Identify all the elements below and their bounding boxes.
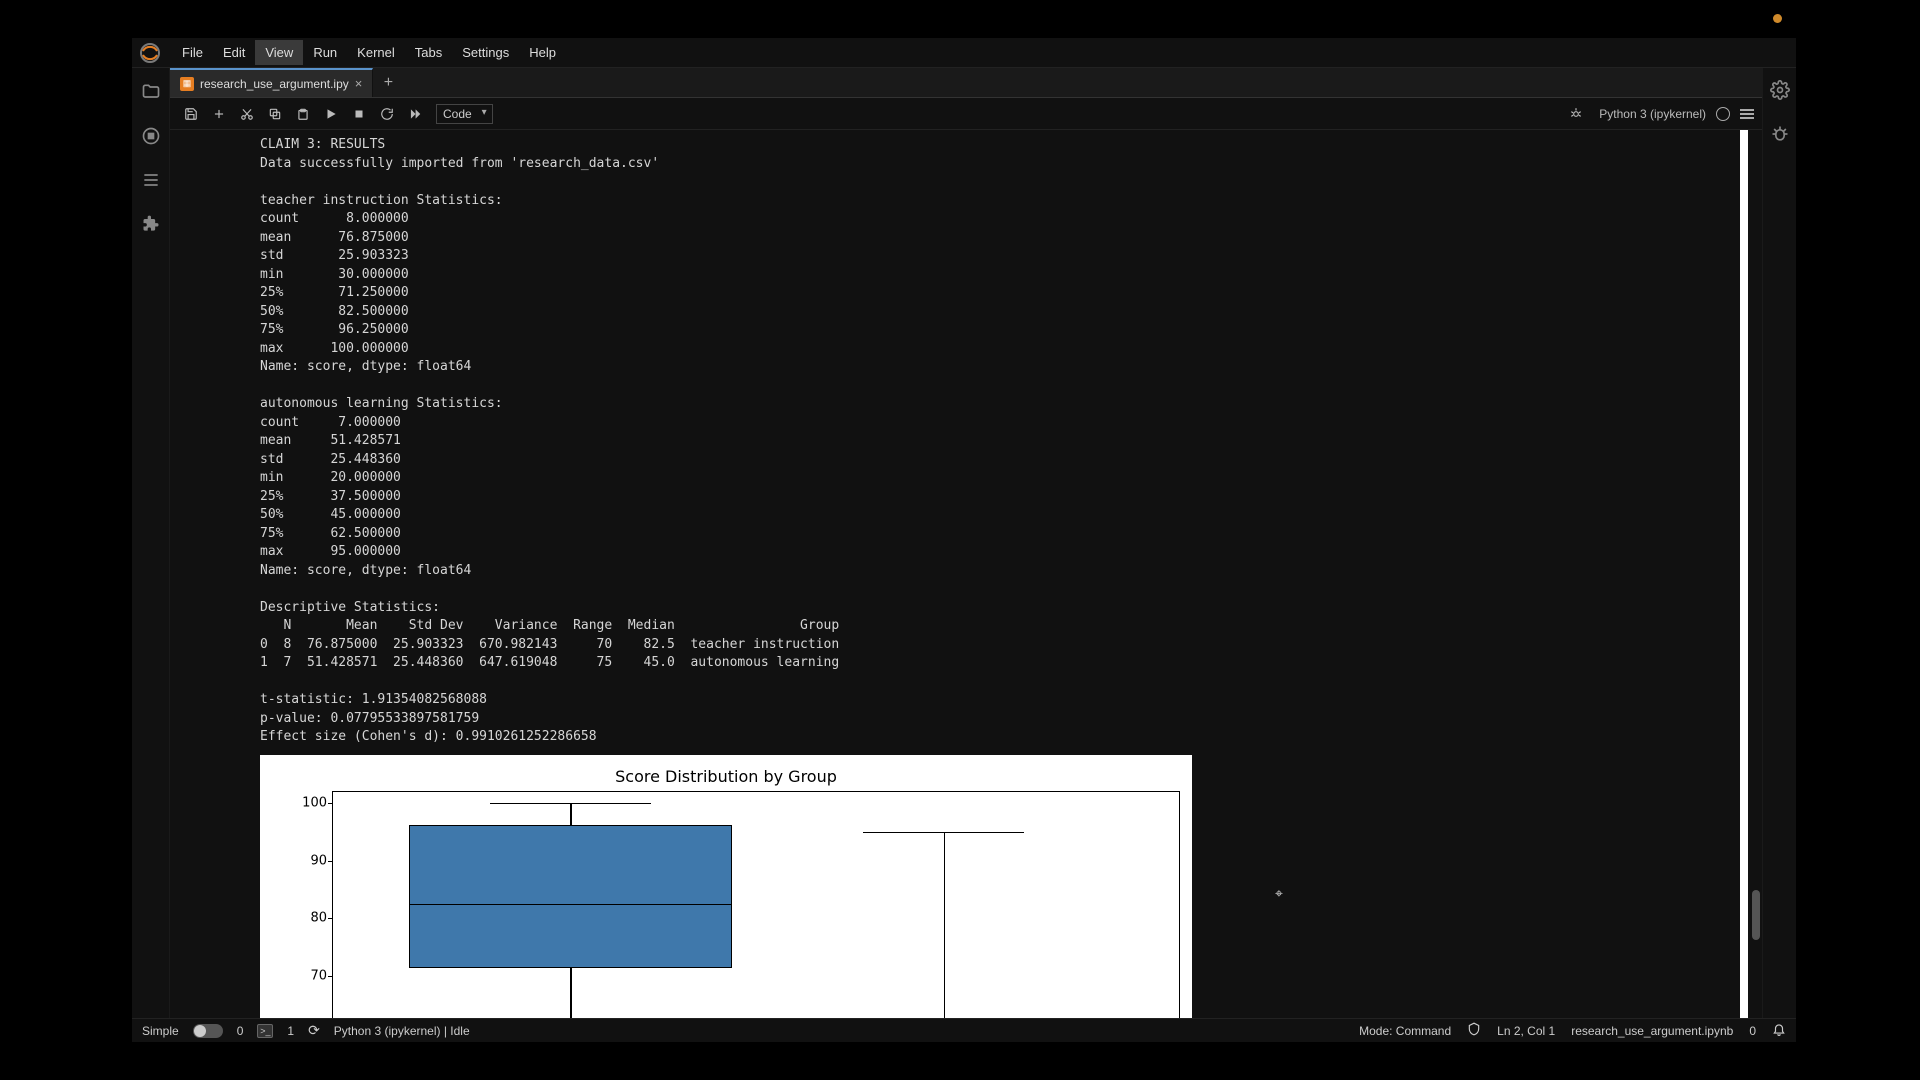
ytick-label: 80 — [293, 911, 327, 926]
run-button[interactable] — [318, 101, 344, 127]
restart-run-all-button[interactable] — [402, 101, 428, 127]
alert-count[interactable]: 0 — [237, 1024, 244, 1038]
stop-button[interactable] — [346, 101, 372, 127]
add-cell-button[interactable] — [206, 101, 232, 127]
jupyter-logo[interactable] — [138, 41, 162, 65]
cut-button[interactable] — [234, 101, 260, 127]
gear-icon[interactable] — [1770, 80, 1790, 100]
paste-button[interactable] — [290, 101, 316, 127]
kernel-name[interactable]: Python 3 (ipykernel) — [1599, 107, 1706, 121]
menu-bar: FileEditViewRunKernelTabsSettingsHelp — [132, 38, 1796, 68]
tab-label: research_use_argument.ipy — [200, 77, 349, 91]
kernel-status-text[interactable]: Python 3 (ipykernel) | Idle — [334, 1024, 470, 1038]
save-button[interactable] — [178, 101, 204, 127]
close-icon[interactable]: × — [355, 76, 363, 91]
jupyterlab-window: FileEditViewRunKernelTabsSettingsHelp ▦ — [132, 38, 1796, 1042]
boxplot-median — [409, 904, 731, 906]
menu-edit[interactable]: Edit — [213, 40, 255, 65]
warning-count[interactable]: 0 — [1749, 1024, 1756, 1038]
boxplot-box — [409, 825, 731, 969]
notebook-toolbar: Code Python 3 (ipykernel) — [170, 98, 1762, 130]
debug-icon[interactable] — [1770, 124, 1790, 144]
cell-collapser-bar[interactable] — [1740, 130, 1748, 1018]
sync-icon[interactable]: ⟳ — [308, 1022, 320, 1039]
ytick-label: 90 — [293, 853, 327, 868]
right-sidebar-rail — [1762, 68, 1796, 1018]
kernel-status-icon[interactable] — [1716, 107, 1730, 121]
folder-icon[interactable] — [141, 82, 161, 102]
menu-settings[interactable]: Settings — [452, 40, 519, 65]
bell-icon[interactable] — [1772, 1022, 1786, 1039]
terminal-count[interactable]: 1 — [287, 1024, 294, 1038]
notebook-icon: ▦ — [180, 77, 194, 91]
menu-kernel[interactable]: Kernel — [347, 40, 405, 65]
toolbar-more-icon[interactable] — [1740, 109, 1754, 119]
simple-mode-toggle[interactable] — [193, 1024, 223, 1038]
terminal-icon[interactable]: >_ — [257, 1024, 273, 1038]
left-sidebar-rail — [132, 68, 170, 1018]
status-bar: Simple 0 >_ 1 ⟳ Python 3 (ipykernel) | I… — [132, 1018, 1796, 1042]
ytick-label: 100 — [293, 796, 327, 811]
menu-help[interactable]: Help — [519, 40, 566, 65]
new-tab-button[interactable]: + — [373, 68, 403, 97]
toc-icon[interactable] — [141, 170, 161, 190]
copy-button[interactable] — [262, 101, 288, 127]
trusted-icon[interactable] — [1467, 1022, 1481, 1039]
simple-mode-label: Simple — [142, 1024, 179, 1038]
cell-output-text: CLAIM 3: RESULTS Data successfully impor… — [260, 136, 1762, 747]
extensions-icon[interactable] — [141, 214, 161, 234]
notebook-tab[interactable]: ▦ research_use_argument.ipy × — [170, 68, 373, 97]
menu-run[interactable]: Run — [303, 40, 347, 65]
filename-indicator[interactable]: research_use_argument.ipynb — [1571, 1024, 1733, 1038]
mode-indicator: Mode: Command — [1359, 1024, 1451, 1038]
menu-tabs[interactable]: Tabs — [405, 40, 452, 65]
cell-type-select[interactable]: Code — [436, 104, 493, 124]
line-col-indicator[interactable]: Ln 2, Col 1 — [1497, 1024, 1555, 1038]
bug-icon[interactable] — [1563, 101, 1589, 127]
running-terminals-icon[interactable] — [141, 126, 161, 146]
menu-file[interactable]: File — [172, 40, 213, 65]
restart-button[interactable] — [374, 101, 400, 127]
boxplot-figure: Score Distribution by Group es 708090100 — [260, 755, 1192, 1019]
notebook-panel[interactable]: CLAIM 3: RESULTS Data successfully impor… — [170, 130, 1762, 1018]
tab-bar: ▦ research_use_argument.ipy × + — [170, 68, 1762, 98]
ytick-label: 70 — [293, 968, 327, 983]
scrollbar-thumb[interactable] — [1752, 890, 1760, 940]
window-minimize-dot[interactable] — [1773, 14, 1782, 23]
menu-view[interactable]: View — [255, 40, 303, 65]
plot-title: Score Distribution by Group — [260, 767, 1192, 786]
